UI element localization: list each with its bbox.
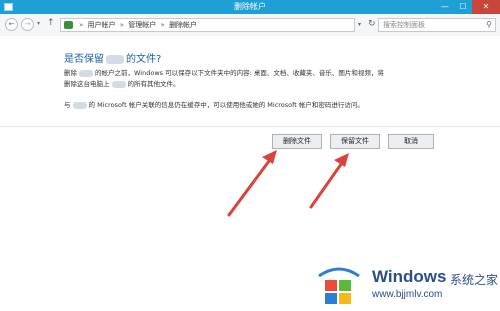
- arrow-to-keep-button: [309, 153, 349, 209]
- watermark-url: www.bjjmlv.com: [372, 289, 443, 300]
- arrow-to-delete-button: [227, 150, 277, 217]
- watermark-subtitle: 系统之家: [450, 273, 499, 287]
- annotation-arrows: [227, 150, 349, 217]
- watermark-title: Windows: [372, 267, 447, 286]
- windows-logo-icon: [318, 267, 360, 304]
